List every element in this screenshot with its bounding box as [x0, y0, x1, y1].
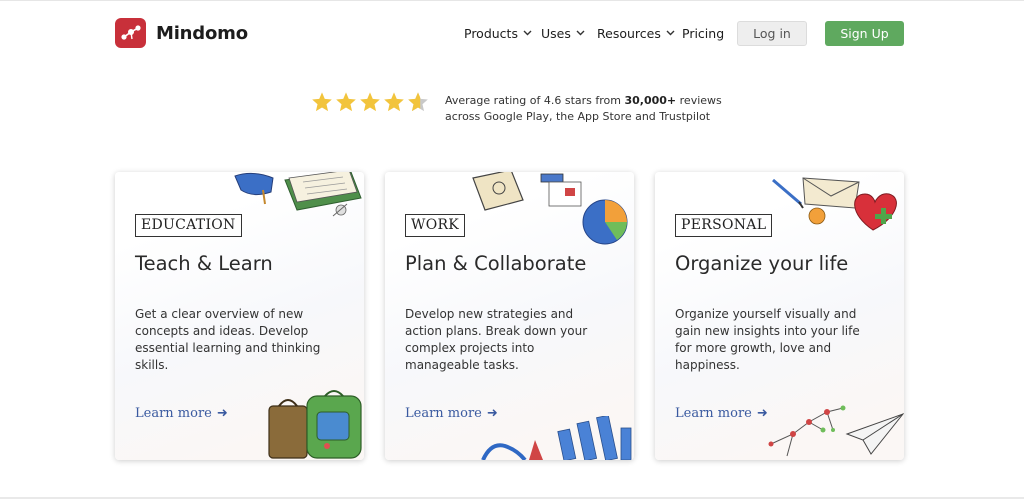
chevron-down-icon: [576, 30, 585, 36]
education-books-illustration: [234, 172, 362, 217]
learn-more-link[interactable]: Learn more ➜: [405, 406, 498, 421]
rating-line-2: across Google Play, the App Store and Tr…: [445, 110, 711, 123]
logo-link[interactable]: Mindomo: [115, 18, 248, 48]
bar-chart-illustration: [481, 416, 632, 460]
top-border: [0, 0, 1024, 1]
login-button[interactable]: Log in: [737, 21, 807, 46]
learn-more-label: Learn more: [405, 406, 482, 421]
card-tag: EDUCATION: [135, 214, 242, 237]
chevron-down-icon: [666, 30, 675, 36]
logo-text: Mindomo: [156, 22, 248, 44]
card-title: Teach & Learn: [135, 252, 273, 275]
learn-more-label: Learn more: [675, 406, 752, 421]
backpack-illustration: [268, 390, 362, 459]
card-description: Get a clear overview of new concepts and…: [135, 307, 321, 372]
learn-more-link[interactable]: Learn more ➜: [675, 406, 768, 421]
nav-label: Products: [464, 25, 518, 41]
nav-label: Pricing: [682, 25, 725, 41]
nav-label: Resources: [597, 25, 661, 41]
nav-label: Uses: [541, 25, 571, 41]
card-description: Organize yourself visually and gain new …: [675, 307, 860, 372]
mindomo-logo-icon: [115, 18, 146, 48]
nav-pricing[interactable]: Pricing: [682, 21, 724, 45]
star-icon: [359, 91, 381, 113]
star-icon: [335, 91, 357, 113]
card-tag: PERSONAL: [675, 214, 773, 237]
card-title: Plan & Collaborate: [405, 252, 587, 275]
signup-button[interactable]: Sign Up: [825, 21, 904, 46]
rating-stars: [311, 91, 429, 113]
chevron-down-icon: [523, 30, 532, 36]
arrow-right-icon: ➜: [756, 406, 768, 421]
star-half-icon: [407, 91, 429, 113]
arrow-right-icon: ➜: [486, 406, 498, 421]
personal-heart-envelope-illustration: [772, 177, 897, 231]
card-title: Organize your life: [675, 252, 849, 275]
card-work: WORK Plan & Collaborate Develop new stra…: [385, 172, 634, 460]
work-charts-illustration: [472, 172, 628, 245]
star-icon: [383, 91, 405, 113]
star-icon: [311, 91, 333, 113]
card-personal: PERSONAL Organize your life Organize you…: [655, 172, 904, 460]
card-tag: WORK: [405, 214, 466, 237]
mindmap-plane-illustration: [768, 405, 904, 457]
learn-more-link[interactable]: Learn more ➜: [135, 406, 228, 421]
learn-more-label: Learn more: [135, 406, 212, 421]
review-count: 30,000+: [624, 94, 677, 107]
arrow-right-icon: ➜: [216, 406, 228, 421]
nav-products[interactable]: Products: [464, 21, 532, 45]
card-education: EDUCATION Teach & Learn Get a clear over…: [115, 172, 364, 460]
card-description: Develop new strategies and action plans.…: [405, 307, 588, 372]
rating-line-1: Average rating of 4.6 stars from 30,000+…: [445, 94, 722, 107]
nav-uses[interactable]: Uses: [541, 21, 585, 45]
nav-resources[interactable]: Resources: [597, 21, 675, 45]
rating-text: Average rating of 4.6 stars from 30,000+…: [445, 93, 745, 125]
